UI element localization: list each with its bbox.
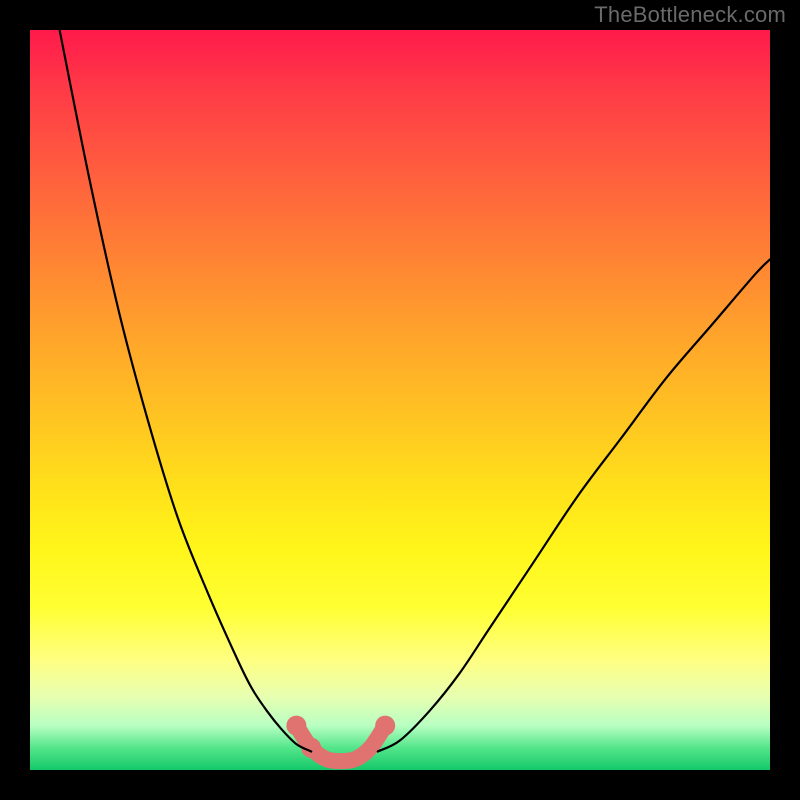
plot-area [30, 30, 770, 770]
watermark-text: TheBottleneck.com [594, 2, 786, 28]
curve-layer [30, 30, 770, 770]
bottleneck-curve [60, 30, 770, 752]
optimal-band-curve [286, 716, 395, 762]
chart-frame: TheBottleneck.com [0, 0, 800, 800]
